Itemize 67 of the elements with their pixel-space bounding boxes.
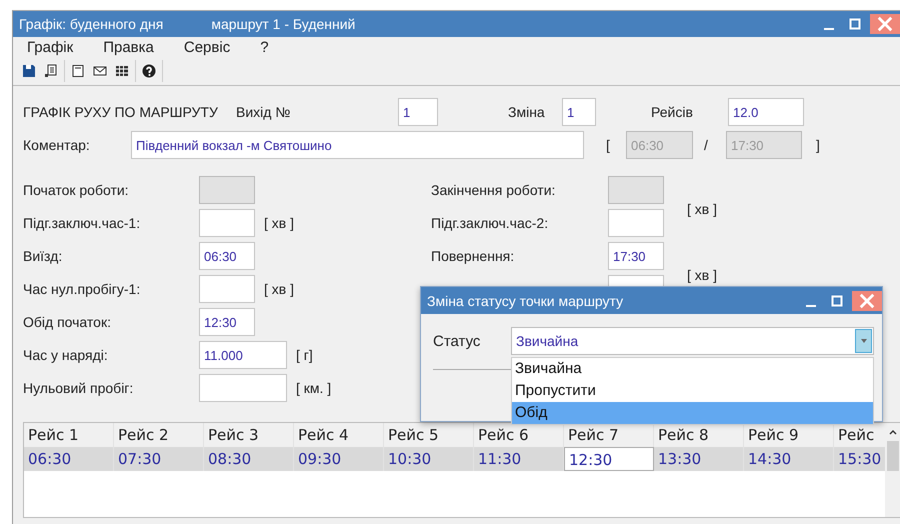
- unit-label: [ км. ]: [296, 380, 332, 396]
- field-label: Час нул.пробігу-1:: [23, 280, 142, 296]
- table-cell[interactable]: 14:30: [744, 447, 834, 471]
- window-icon[interactable]: [71, 64, 85, 78]
- input-field[interactable]: 12.0: [728, 98, 804, 126]
- field-label: Виїзд:: [23, 248, 64, 264]
- input-field[interactable]: 1: [398, 98, 438, 126]
- bracket: [: [606, 136, 611, 152]
- input-field[interactable]: 1: [562, 98, 596, 126]
- dropdown-option[interactable]: Обід: [512, 402, 873, 424]
- table-cell[interactable]: 12:30: [564, 447, 654, 471]
- table-cell[interactable]: 10:30: [384, 447, 474, 471]
- table-cell[interactable]: 13:30: [654, 447, 744, 471]
- input-field[interactable]: 12:30: [199, 308, 255, 336]
- menu-item[interactable]: ?: [260, 38, 269, 56]
- field-label: Підг.заключ.час-1:: [23, 214, 142, 230]
- input-field[interactable]: Південний вокзал -м Святошино: [131, 130, 584, 158]
- save-icon[interactable]: [22, 64, 36, 78]
- unit-label: [ г]: [296, 346, 313, 362]
- help-icon[interactable]: [142, 64, 156, 78]
- status-label: Статус: [433, 332, 482, 350]
- input-field[interactable]: [199, 208, 255, 236]
- field-label: Початок роботи:: [23, 182, 130, 198]
- field-label: Повернення:: [431, 248, 516, 264]
- menu-item[interactable]: Графік: [27, 38, 74, 56]
- unit-label: [ хв ]: [687, 267, 717, 283]
- field-label: Рейсів: [651, 104, 694, 120]
- close-button[interactable]: [852, 290, 882, 310]
- table-cell[interactable]: 08:30: [204, 447, 294, 471]
- dropdown-option[interactable]: Пропустити: [512, 380, 873, 402]
- unit-label: [ хв ]: [687, 201, 717, 217]
- input-field[interactable]: 17:30: [608, 242, 664, 270]
- input-field[interactable]: [199, 274, 255, 302]
- window-title: Графік: буденного дня: [19, 16, 164, 32]
- field-label: Закінчення роботи:: [431, 182, 556, 198]
- status-dropdown[interactable]: Звичайна: [511, 327, 874, 355]
- field-label: Вихід №: [236, 104, 292, 120]
- separator: /: [704, 136, 709, 152]
- close-button[interactable]: [870, 14, 900, 34]
- table-cell[interactable]: 07:30: [114, 447, 204, 471]
- field-label: Зміна: [508, 104, 546, 120]
- field-label: Підг.заключ.час-2:: [431, 214, 550, 230]
- table-cell[interactable]: 06:30: [24, 447, 114, 471]
- dropdown-option[interactable]: Звичайна: [512, 358, 873, 380]
- form-heading: ГРАФІК РУХУ ПО МАРШРУТУ: [23, 104, 219, 120]
- field-label: Коментар:: [23, 136, 91, 152]
- envelope-icon[interactable]: [93, 64, 107, 78]
- field-label: Час у наряді:: [23, 346, 109, 362]
- input-field[interactable]: 06:30: [199, 242, 255, 270]
- unit-label: [ хв ]: [264, 280, 294, 296]
- scroll-thumb[interactable]: [886, 441, 898, 471]
- input-field[interactable]: [608, 208, 664, 236]
- scroll-up-icon[interactable]: [888, 428, 898, 436]
- bracket: ]: [816, 136, 820, 152]
- input-field[interactable]: [199, 374, 287, 402]
- unit-label: [ хв ]: [264, 214, 294, 230]
- dialog-title: Зміна статусу точки маршруту: [427, 292, 624, 308]
- input-field[interactable]: 11.000: [199, 340, 287, 368]
- scrollbar[interactable]: [885, 423, 900, 517]
- window-subtitle: маршрут 1 - Буденний: [211, 16, 356, 32]
- menu-item[interactable]: Сервіс: [184, 38, 230, 56]
- field-label: Обід початок:: [23, 314, 112, 330]
- field-label: Нульовий пробіг:: [23, 380, 134, 396]
- document-icon[interactable]: [44, 64, 58, 78]
- caret-icon: [860, 338, 868, 344]
- menu-item[interactable]: Правка: [103, 38, 154, 56]
- table-cell[interactable]: 09:30: [294, 447, 384, 471]
